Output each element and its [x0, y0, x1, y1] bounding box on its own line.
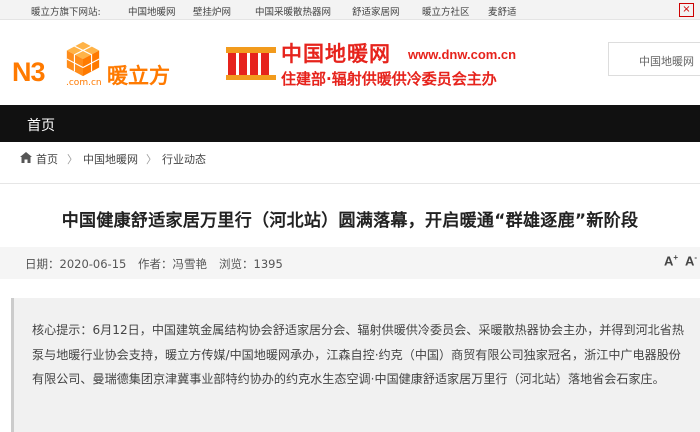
link-comfort-home[interactable]: 舒适家居网 — [352, 4, 400, 18]
network-links-bar: 暖立方旗下网站: 中国地暖网 壁挂炉网 中国采暖散热器网 舒适家居网 暖立方社区… — [0, 0, 700, 20]
breadcrumb-dnw[interactable]: 中国地暖网 — [83, 151, 138, 167]
dnw-url[interactable]: www.dnw.com.cn — [408, 47, 516, 62]
font-larger-button[interactable]: A+ — [664, 253, 678, 268]
radiator-logo-icon — [226, 47, 276, 80]
link-radiator[interactable]: 中国采暖散热器网 — [255, 4, 331, 18]
article-summary-box: 核心提示：6月12日，中国建筑金属结构协会舒适家居分会、辐射供暖供冷委员会、采暖… — [11, 298, 700, 432]
dnw-subtitle: 住建部·辐射供暖供冷委员会主办 — [281, 70, 497, 88]
search-input[interactable]: 中国地暖网 — [608, 42, 700, 76]
link-dnw[interactable]: 中国地暖网 — [128, 4, 176, 18]
article-summary: 核心提示：6月12日，中国建筑金属结构协会舒适家居分会、辐射供暖供冷委员会、采暖… — [32, 323, 684, 386]
link-bgl[interactable]: 壁挂炉网 — [193, 4, 231, 18]
brand-name: 暖立方 — [107, 64, 170, 88]
link-community[interactable]: 暖立方社区 — [422, 4, 470, 18]
breadcrumb-separator: 〉 — [67, 153, 78, 166]
search-placeholder: 中国地暖网 — [639, 55, 694, 68]
n3-domain-suffix: .com.cn — [66, 78, 102, 88]
article-author: 作者：冯雪艳 — [138, 257, 207, 271]
cube-logo-icon — [66, 41, 100, 77]
link-maishushi[interactable]: 麦舒适 — [488, 4, 517, 18]
breadcrumb-industry-news[interactable]: 行业动态 — [162, 151, 206, 167]
close-icon[interactable]: × — [679, 3, 694, 17]
nav-home-link[interactable]: 首页 — [27, 115, 55, 135]
font-larger-label: A — [664, 253, 674, 269]
breadcrumb-separator: 〉 — [146, 153, 157, 166]
article-date: 日期：2020-06-15 — [25, 257, 127, 271]
article-meta: 日期：2020-06-15 作者：冯雪艳 浏览：1395 A+ A- — [0, 247, 700, 279]
n3-logo-text: N3 — [12, 57, 46, 87]
breadcrumb: 首页 〉 中国地暖网 〉 行业动态 — [0, 142, 700, 184]
breadcrumb-home[interactable]: 首页 — [36, 151, 58, 167]
font-smaller-button[interactable]: A- — [685, 253, 697, 268]
network-label: 暖立方旗下网站: — [31, 7, 101, 18]
font-smaller-label: A — [685, 253, 695, 269]
article-title: 中国健康舒适家居万里行（河北站）圆满落幕，开启暖通“群雄逐鹿”新阶段 — [61, 211, 639, 231]
main-nav: 首页 — [0, 105, 700, 142]
article-views: 浏览：1395 — [219, 257, 283, 271]
dnw-title: 中国地暖网 — [281, 42, 391, 66]
home-icon — [20, 152, 32, 163]
